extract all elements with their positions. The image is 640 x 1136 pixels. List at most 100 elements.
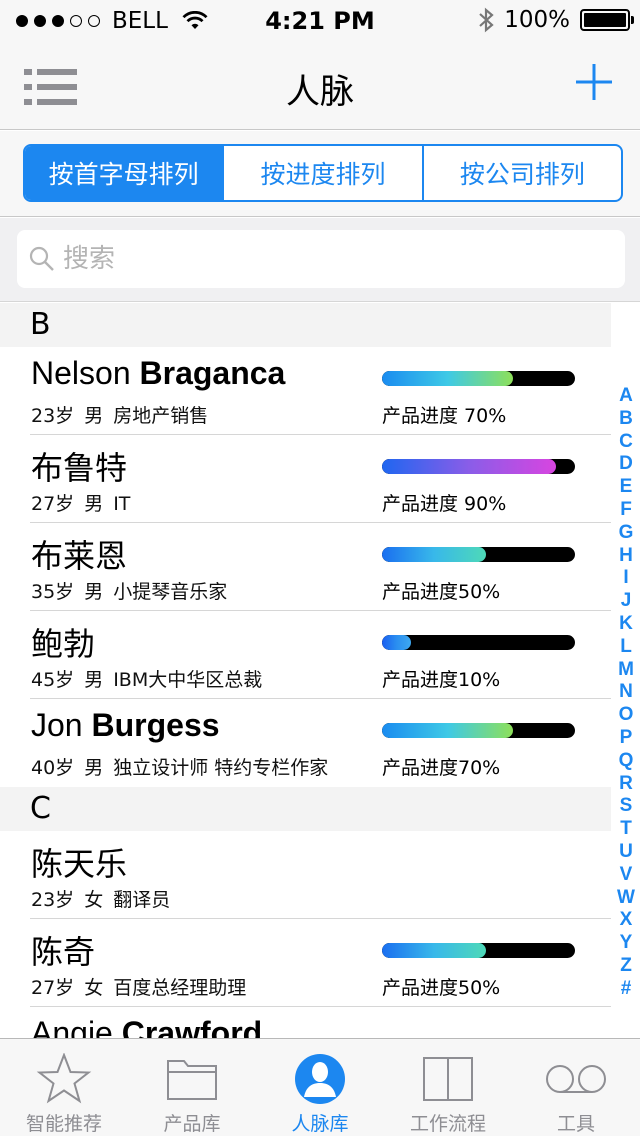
progress-label: 产品进度10% <box>382 669 501 691</box>
progress-label: 产品进度50% <box>382 977 501 999</box>
index-letter[interactable]: R <box>619 773 633 796</box>
contact-name: 陈天乐 <box>31 846 128 882</box>
index-letter[interactable]: F <box>620 499 632 522</box>
section-header-c: C <box>0 787 611 831</box>
sort-segmented-control: 按首字母排列 按进度排列 按公司排列 <box>23 144 623 202</box>
index-letter[interactable]: J <box>621 590 632 613</box>
signal-dot-icon <box>34 15 46 27</box>
contact-detail: 45岁男 IBM大中华区总裁 <box>31 669 263 691</box>
segment-sort-by-company[interactable]: 按公司排列 <box>421 146 621 200</box>
segment-sort-by-progress[interactable]: 按进度排列 <box>222 146 421 200</box>
contact-detail: 27岁男 IT <box>31 493 131 515</box>
index-letter[interactable]: A <box>619 385 633 408</box>
list-icon[interactable] <box>24 67 78 107</box>
progress-bar <box>382 723 575 738</box>
contact-row[interactable]: 布莱恩 35岁男小提琴音乐家 产品进度50% <box>0 523 611 611</box>
index-letter[interactable]: V <box>620 864 633 887</box>
contact-name: Angie Crawford <box>31 1015 263 1038</box>
contact-row[interactable]: Angie Crawford <box>0 1007 611 1038</box>
contact-detail: 23岁男房地产销售 <box>31 405 209 427</box>
index-letter[interactable]: G <box>619 522 634 545</box>
contact-name: 鲍勃 <box>31 626 96 662</box>
index-letter[interactable]: I <box>623 567 628 590</box>
index-letter[interactable]: S <box>620 795 633 818</box>
search-icon <box>29 246 54 271</box>
contact-name: 陈奇 <box>31 934 96 970</box>
contact-row[interactable]: Jon Burgess 40岁男独立设计师 特约专栏作家 产品进度70% <box>0 699 611 787</box>
status-left: BELL <box>16 8 208 34</box>
bluetooth-icon <box>479 7 494 33</box>
contact-detail: 40岁男独立设计师 特约专栏作家 <box>31 757 329 779</box>
index-letter[interactable]: T <box>620 818 632 841</box>
progress-bar <box>382 635 575 650</box>
tab-recommend[interactable]: 智能推荐 <box>0 1039 128 1136</box>
contact-row[interactable]: 陈奇 27岁女百度总经理助理 产品进度50% <box>0 919 611 1007</box>
progress-label: 产品进度 90% <box>382 493 507 515</box>
contact-name: Nelson Braganca <box>31 355 286 391</box>
tab-label: 工具 <box>556 1113 595 1135</box>
index-letter[interactable]: L <box>620 636 632 659</box>
battery-icon <box>580 9 634 31</box>
index-letter[interactable]: H <box>619 545 633 568</box>
signal-dot-empty-icon <box>88 15 100 27</box>
index-letter[interactable]: X <box>620 909 633 932</box>
progress-label: 产品进度 70% <box>382 405 507 427</box>
index-letter[interactable]: E <box>620 476 633 499</box>
contact-name: 布鲁特 <box>31 450 128 486</box>
progress-bar <box>382 459 575 474</box>
contact-row[interactable]: 陈天乐 23岁女翻译员 <box>0 831 611 919</box>
contact-row[interactable]: 鲍勃 45岁男 IBM大中华区总裁 产品进度10% <box>0 611 611 699</box>
tab-products[interactable]: 产品库 <box>128 1039 256 1136</box>
progress-bar <box>382 943 575 958</box>
page-title: 人脉 <box>286 72 354 112</box>
tab-workflow[interactable]: 工作流程 <box>384 1039 512 1136</box>
index-letter[interactable]: D <box>619 453 633 476</box>
index-letter[interactable]: B <box>619 408 633 431</box>
search-input[interactable] <box>63 244 583 274</box>
alphabet-index[interactable]: A B C D E F G H I J K L M N O P Q R S T U V W X Y Z # <box>615 385 637 1001</box>
tab-tools[interactable]: 工具 <box>512 1039 640 1136</box>
progress-label: 产品进度70% <box>382 757 501 779</box>
index-letter[interactable]: Y <box>620 932 633 955</box>
folder-icon <box>167 1060 217 1100</box>
search-bar <box>0 218 640 302</box>
contact-detail: 23岁女翻译员 <box>31 889 171 911</box>
tab-label: 人脉库 <box>291 1113 349 1135</box>
nav-bar: 人脉 <box>0 42 640 130</box>
progress-bar <box>382 371 575 386</box>
segment-sort-by-letter[interactable]: 按首字母排列 <box>25 146 223 200</box>
tab-label: 智能推荐 <box>25 1113 102 1135</box>
index-letter[interactable]: Z <box>620 955 632 978</box>
search-box[interactable] <box>17 230 625 288</box>
index-letter[interactable]: N <box>619 681 633 704</box>
contact-row[interactable]: 布鲁特 27岁男 IT 产品进度 90% <box>0 435 611 523</box>
signal-dot-icon <box>16 15 28 27</box>
contact-row[interactable]: Nelson Braganca 23岁男房地产销售 产品进度 70% <box>0 347 611 435</box>
book-icon <box>423 1057 473 1101</box>
star-icon <box>36 1053 92 1104</box>
index-letter[interactable]: P <box>620 727 633 750</box>
section-header-b: B <box>0 303 611 347</box>
index-letter[interactable]: M <box>618 659 634 682</box>
wifi-icon <box>182 11 208 29</box>
status-bar: BELL 4:21 PM 100% <box>0 0 640 42</box>
person-icon <box>295 1054 345 1104</box>
voicemail-icon <box>546 1065 606 1093</box>
index-letter[interactable]: U <box>619 841 633 864</box>
carrier-name: BELL <box>112 8 168 34</box>
signal-dot-empty-icon <box>70 15 82 27</box>
index-letter[interactable]: O <box>619 704 634 727</box>
contact-list[interactable]: B Nelson Braganca 23岁男房地产销售 产品进度 70% 布鲁特… <box>0 303 640 1038</box>
index-letter[interactable]: Q <box>619 750 634 773</box>
contact-detail: 27岁女百度总经理助理 <box>31 977 247 999</box>
index-letter[interactable]: K <box>619 613 633 636</box>
tab-contacts[interactable]: 人脉库 <box>256 1039 384 1136</box>
battery-percent: 100% <box>504 7 570 33</box>
index-letter[interactable]: C <box>619 431 633 454</box>
progress-bar <box>382 547 575 562</box>
index-letter[interactable]: W <box>617 887 635 910</box>
status-right: 100% <box>478 7 634 33</box>
index-letter[interactable]: # <box>621 978 632 1001</box>
sort-bar: 按首字母排列 按进度排列 按公司排列 <box>0 131 640 217</box>
plus-icon[interactable] <box>576 64 612 100</box>
